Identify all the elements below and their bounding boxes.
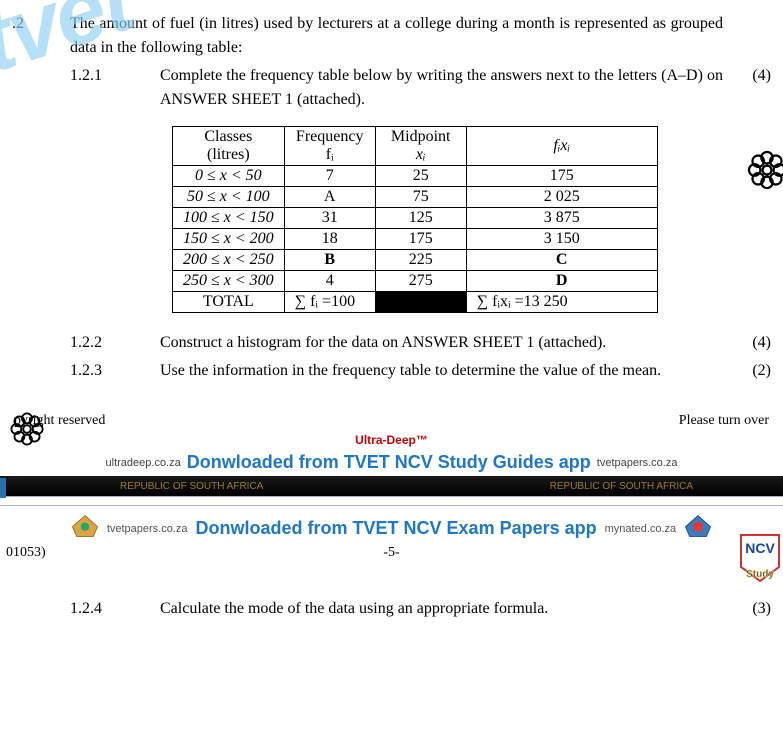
table-header-classes: Classes(litres) [173, 127, 285, 166]
ultra-deep-label: Ultra-Deep™ [12, 433, 771, 447]
crest-icon [684, 514, 712, 543]
question-number-1-2-2: 1.2.2 [70, 331, 160, 355]
svg-text:Study: Study [746, 569, 774, 580]
banner2-left-url: tvetpapers.co.za [107, 523, 188, 535]
page-number: -5- [106, 545, 677, 561]
banner2-right-url: mynated.co.za [605, 523, 677, 535]
table-row: 250 ≤ x < 3004275D [173, 271, 658, 292]
banner-left-url: ultradeep.co.za [106, 457, 181, 469]
download-banner-1: ultradeep.co.za Donwloaded from TVET NCV… [0, 449, 783, 476]
banner2-main-text: Donwloaded from TVET NCV Exam Papers app [196, 518, 597, 539]
turn-over-text: Please turn over [679, 413, 769, 429]
marks-1-2-1: (4) [723, 64, 771, 112]
table-row: 200 ≤ x < 250B225C [173, 250, 658, 271]
separator-line [0, 496, 783, 506]
question-number-outer: .2 [12, 12, 70, 60]
marks-spacer [723, 12, 771, 60]
marks-1-2-2: (4) [723, 331, 771, 355]
table-header-fixi: fᵢxᵢ [466, 127, 657, 166]
blue-margin-marker [0, 478, 6, 498]
svg-text:NCV: NCV [745, 540, 775, 556]
table-row: 0 ≤ x < 50725175 [173, 166, 658, 187]
question-number-1-2-3: 1.2.3 [70, 359, 160, 383]
banner-right-url: tvetpapers.co.za [597, 457, 678, 469]
banner-main-text: Donwloaded from TVET NCV Study Guides ap… [187, 452, 591, 473]
question-text-1-2-2: Construct a histogram for the data on AN… [160, 331, 723, 355]
table-total-row: TOTAL ∑ fᵢ =100 ∑ fᵢxᵢ =13 250 [173, 292, 658, 313]
table-header-frequency: Frequencyfᵢ [284, 127, 375, 166]
flower-icon [8, 410, 46, 453]
marks-1-2-3: (2) [723, 359, 771, 383]
frequency-table: Classes(litres) Frequencyfᵢ Midpointxᵢ f… [172, 126, 658, 313]
download-banner-2: tvetpapers.co.za Donwloaded from TVET NC… [0, 506, 783, 545]
paper-code: 01053) [6, 545, 106, 561]
marks-1-2-4: (3) [723, 597, 771, 621]
crest-icon [71, 514, 99, 543]
republic-strip: REPUBLIC OF SOUTH AFRICA REPUBLIC OF SOU… [0, 476, 783, 496]
question-intro-text: The amount of fuel (in litres) used by l… [70, 12, 723, 60]
table-row: 50 ≤ x < 100A752 025 [173, 187, 658, 208]
question-text-1-2-3: Use the information in the frequency tab… [160, 359, 723, 383]
table-row: 150 ≤ x < 200181753 150 [173, 229, 658, 250]
table-row: 100 ≤ x < 150311253 875 [173, 208, 658, 229]
question-number-1-2-1: 1.2.1 [70, 64, 160, 112]
question-number-1-2-4: 1.2.4 [70, 597, 160, 621]
question-text-1-2-4: Calculate the mode of the data using an … [160, 597, 723, 621]
table-header-midpoint: Midpointxᵢ [375, 127, 466, 166]
flower-icon [745, 148, 783, 197]
ncv-study-badge-icon: NCV Study [739, 533, 781, 583]
question-text-1-2-1: Complete the frequency table below by wr… [160, 64, 723, 112]
